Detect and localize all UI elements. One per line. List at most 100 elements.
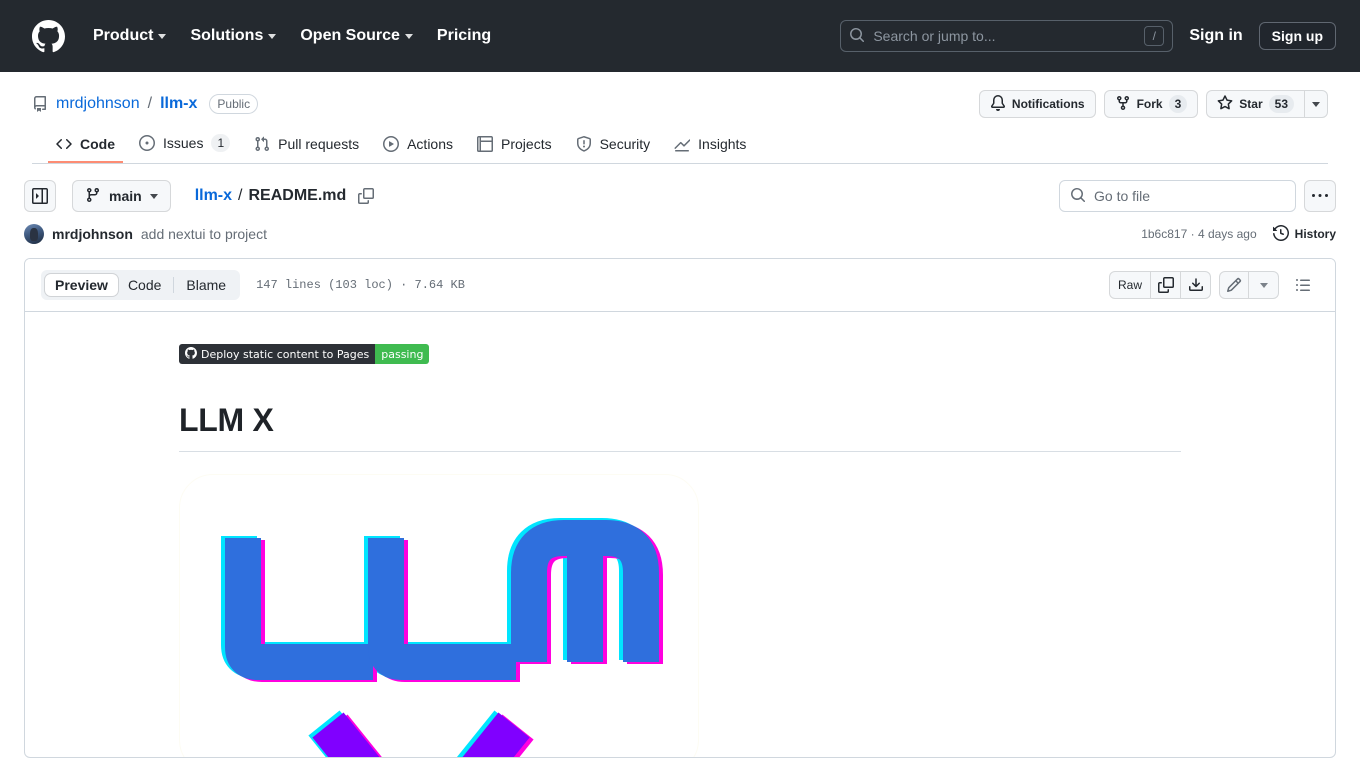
readme-content: Deploy static content to Pages passing L… [25, 312, 1335, 757]
repo-title-row: mrdjohnson / llm-x Public Notifications … [32, 88, 1328, 120]
breadcrumb-root-link[interactable]: llm-x [195, 187, 232, 205]
issues-count: 1 [211, 134, 231, 152]
commit-relative-time: 4 days ago [1197, 227, 1257, 241]
tab-insights[interactable]: Insights [666, 128, 754, 163]
global-header: Product Solutions Open Source Pricing Se… [0, 0, 1360, 72]
commit-author-link[interactable]: mrdjohnson [52, 226, 133, 242]
tab-actions[interactable]: Actions [375, 128, 461, 163]
llm-x-logo-svg [221, 518, 663, 757]
chevron-down-icon [158, 33, 167, 39]
commit-message-link[interactable]: add nextui to project [141, 226, 267, 242]
file-toolbar-actions: Raw [1108, 269, 1319, 301]
file-breadcrumb: llm-x / README.md [195, 187, 375, 205]
commit-right-group: 1b6c817 · 4 days ago History [1141, 224, 1336, 244]
repo-visibility-badge: Public [209, 94, 259, 114]
file-toolbar: Preview Code Blame 147 lines (103 loc) ·… [25, 259, 1335, 312]
file-view-switcher: Preview Code Blame [41, 270, 241, 300]
star-button-group: Star 53 [1206, 90, 1328, 118]
table-icon [477, 136, 494, 152]
edit-actions-group [1219, 271, 1279, 299]
badge-label-section: Deploy static content to Pages [179, 344, 376, 364]
view-preview-tab[interactable]: Preview [45, 274, 118, 296]
latest-commit-row: mrdjohnson add nextui to project 1b6c817… [0, 224, 1360, 258]
tab-label: Projects [501, 136, 552, 152]
notifications-button[interactable]: Notifications [978, 90, 1096, 118]
global-search-input[interactable]: Search or jump to... / [840, 20, 1174, 52]
tab-label: Pull requests [278, 136, 360, 152]
repo-title: mrdjohnson / llm-x Public [32, 94, 259, 114]
nav-item-label: Solutions [190, 27, 264, 44]
tab-pull-requests[interactable]: Pull requests [246, 128, 367, 163]
workflow-status-badge[interactable]: Deploy static content to Pages passing [179, 344, 430, 364]
graph-icon [674, 136, 691, 152]
edit-dropdown-button[interactable] [1249, 271, 1279, 299]
nav-item-solutions[interactable]: Solutions [178, 19, 288, 53]
history-link[interactable]: History [1272, 224, 1336, 244]
search-icon [849, 27, 865, 46]
global-nav: Product Solutions Open Source Pricing [81, 19, 503, 53]
file-nav-right-group: Go to file [1059, 180, 1336, 212]
view-blame-tab[interactable]: Blame [176, 274, 236, 296]
kebab-horizontal-icon[interactable] [1304, 180, 1336, 212]
view-code-tab[interactable]: Code [118, 274, 171, 296]
shield-icon [576, 136, 592, 152]
tab-label: Issues [163, 135, 204, 151]
global-search-placeholder: Search or jump to... [873, 28, 996, 44]
git-branch-icon [85, 187, 101, 206]
star-button[interactable]: Star 53 [1206, 90, 1305, 118]
avatar[interactable] [24, 224, 44, 244]
tab-code[interactable]: Code [48, 128, 123, 163]
readme-panel: Preview Code Blame 147 lines (103 loc) ·… [24, 258, 1336, 758]
copy-icon[interactable] [358, 188, 375, 204]
tab-label: Code [80, 136, 115, 152]
commit-meta-separator: · [1190, 227, 1195, 241]
star-icon [1217, 94, 1233, 114]
raw-actions-group: Raw [1108, 271, 1211, 299]
commit-meta: 1b6c817 · 4 days ago [1141, 227, 1256, 241]
list-unordered-icon[interactable] [1287, 269, 1319, 301]
history-label: History [1294, 227, 1336, 241]
chevron-down-icon [1259, 282, 1268, 288]
breadcrumb-separator: / [238, 187, 243, 204]
raw-button[interactable]: Raw [1108, 271, 1151, 299]
search-icon [1070, 187, 1086, 206]
nav-item-label: Open Source [300, 27, 400, 44]
star-count: 53 [1268, 95, 1294, 113]
notifications-label: Notifications [1011, 97, 1085, 111]
sidebar-expand-icon[interactable] [24, 180, 56, 212]
tab-projects[interactable]: Projects [469, 128, 560, 163]
history-icon [1272, 224, 1289, 244]
sign-in-link[interactable]: Sign in [1173, 19, 1258, 53]
commit-sha[interactable]: 1b6c817 [1141, 227, 1187, 241]
nav-item-product[interactable]: Product [81, 19, 178, 53]
bell-icon [990, 94, 1006, 114]
code-icon [56, 136, 72, 152]
file-nav-row: main llm-x / README.md Go to file [0, 164, 1360, 224]
nav-item-pricing[interactable]: Pricing [425, 19, 503, 53]
repo-name-link[interactable]: llm-x [160, 95, 197, 113]
repo-owner-link[interactable]: mrdjohnson [56, 95, 140, 113]
fork-button[interactable]: Fork 3 [1103, 90, 1199, 118]
star-dropdown-button[interactable] [1305, 90, 1328, 118]
git-pull-request-icon [254, 136, 270, 152]
tab-issues[interactable]: Issues 1 [131, 126, 238, 163]
branch-selector-button[interactable]: main [72, 180, 171, 212]
chevron-down-icon [404, 33, 413, 39]
branch-name: main [109, 188, 142, 204]
badge-label-text: Deploy static content to Pages [201, 347, 370, 361]
header-right-group: Search or jump to... / Sign in Sign up [840, 19, 1344, 53]
repo-separator: / [147, 95, 153, 112]
nav-item-open-source[interactable]: Open Source [288, 19, 425, 53]
repo-actions: Notifications Fork 3 Star 53 [978, 90, 1328, 118]
tab-label: Insights [698, 136, 747, 152]
chevron-down-icon [149, 193, 158, 199]
download-icon[interactable] [1181, 271, 1211, 299]
copy-raw-icon[interactable] [1151, 271, 1181, 299]
readme-inner: Deploy static content to Pages passing L… [163, 344, 1197, 757]
sign-up-button[interactable]: Sign up [1258, 22, 1336, 50]
badge-status-text: passing [375, 344, 430, 364]
pencil-icon[interactable] [1219, 271, 1249, 299]
go-to-file-input[interactable]: Go to file [1059, 180, 1296, 212]
github-mark-icon[interactable] [32, 19, 65, 53]
tab-security[interactable]: Security [568, 128, 659, 163]
